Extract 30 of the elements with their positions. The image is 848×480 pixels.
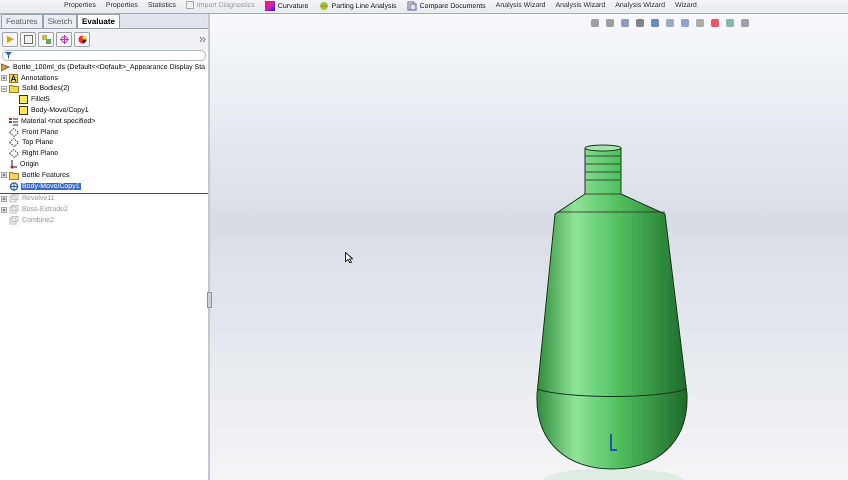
expand-icon[interactable] xyxy=(1,172,7,178)
feature-manager-tab[interactable] xyxy=(2,32,18,47)
part-icon xyxy=(1,62,10,72)
cursor-icon xyxy=(345,252,353,263)
configuration-tab[interactable] xyxy=(38,32,54,47)
collapse-icon[interactable] xyxy=(1,86,7,92)
tab[interactable]: Features xyxy=(1,14,43,28)
origin-icon xyxy=(9,160,17,170)
tab[interactable]: Evaluate xyxy=(77,14,120,28)
chevron-icon[interactable] xyxy=(199,36,206,43)
filter-icon xyxy=(5,52,12,59)
diagnostics-icon xyxy=(186,1,194,9)
crosshair-icon xyxy=(60,35,68,44)
folder-icon xyxy=(9,170,19,180)
color-wheel-icon xyxy=(78,35,86,44)
feature-tree-icon xyxy=(6,35,14,44)
filter-field[interactable] xyxy=(2,50,206,61)
material-icon xyxy=(9,116,18,126)
panel-splitter[interactable] xyxy=(207,292,212,308)
curvature-icon xyxy=(264,1,275,11)
annotation-icon xyxy=(9,74,18,83)
folder-icon xyxy=(9,84,19,94)
move-copy-icon xyxy=(9,182,19,191)
configuration-icon xyxy=(42,35,50,44)
expand-icon[interactable] xyxy=(1,75,7,82)
compare-documents-icon xyxy=(406,1,417,11)
property-manager-tab[interactable] xyxy=(20,32,36,47)
dimxpert-tab[interactable] xyxy=(56,32,72,47)
tab[interactable]: Sketch xyxy=(42,14,78,28)
display-tab[interactable] xyxy=(74,32,90,47)
